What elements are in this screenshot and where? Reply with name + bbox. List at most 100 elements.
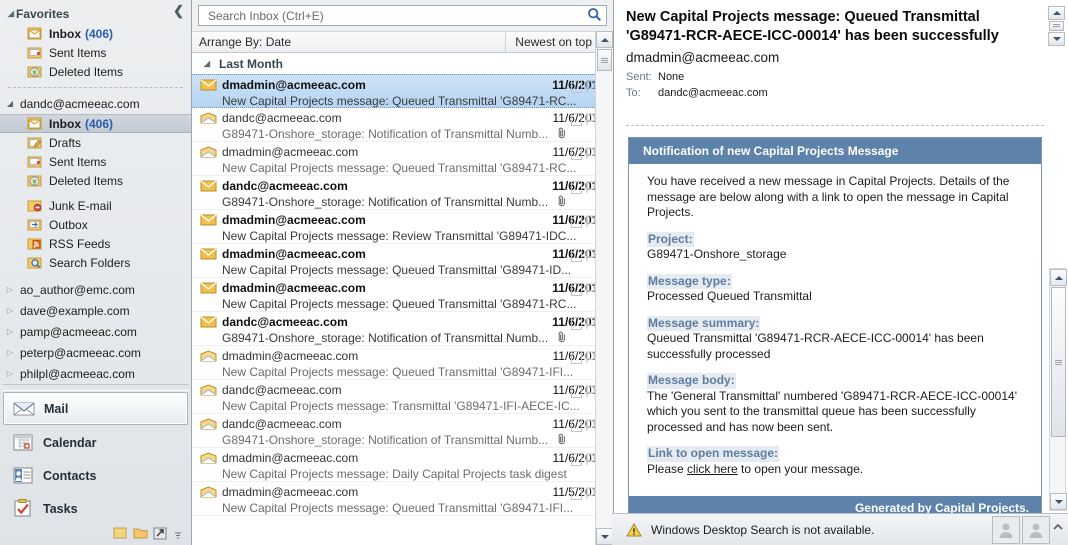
favorite-item-sent-items[interactable]: Sent Items: [0, 43, 191, 62]
module-icon-strip: [0, 525, 191, 545]
message-sender: dmadmin@acmeeac.com: [222, 349, 359, 363]
message-list-scrollbar[interactable]: [595, 31, 613, 545]
message-row[interactable]: dmadmin@acmeeac.com 11/6/2015 New Capita…: [192, 210, 613, 244]
people-pane-button[interactable]: [992, 515, 1020, 544]
favorite-item-inbox[interactable]: Inbox (406): [0, 24, 191, 43]
contacts-module-icon: [11, 465, 35, 487]
category-box-icon[interactable]: [571, 249, 582, 262]
message-summary-value: Queued Transmittal 'G89471-RCR-AECE-ICC-…: [647, 331, 984, 361]
folder-list-module-icon[interactable]: [133, 527, 148, 543]
message-row[interactable]: dandc@acmeeac.com 11/6/2015 G89471-Onsho…: [192, 176, 613, 210]
message-summary-label: Message summary:: [647, 315, 761, 331]
message-row[interactable]: dandc@acmeeac.com 11/6/2015 G89471-Onsho…: [192, 108, 613, 142]
category-box-icon[interactable]: [571, 113, 582, 126]
message-row[interactable]: dmadmin@acmeeac.com 11/6/2015 New Capita…: [192, 278, 613, 312]
header-scroll-down-button[interactable]: [1048, 32, 1065, 46]
message-row[interactable]: dmadmin@acmeeac.com 11/6/2015 New Capita…: [192, 74, 613, 108]
category-box-icon[interactable]: [571, 215, 582, 228]
search-box[interactable]: [198, 5, 607, 26]
calendar-module-icon: [11, 432, 35, 454]
module-button-calendar[interactable]: Calendar: [3, 427, 188, 458]
category-box-icon[interactable]: [571, 351, 582, 364]
category-box-icon[interactable]: [571, 317, 582, 330]
expand-caret-icon[interactable]: [1052, 521, 1064, 538]
module-button-contacts[interactable]: Contacts: [3, 460, 188, 491]
search-input[interactable]: [206, 7, 587, 24]
favorite-label: Deleted Items: [49, 64, 124, 79]
notes-module-icon[interactable]: [113, 527, 128, 543]
message-row[interactable]: dandc@acmeeac.com 11/6/2015 G89471-Onsho…: [192, 312, 613, 346]
module-button-mail[interactable]: Mail: [3, 392, 188, 425]
account-header-dandc[interactable]: ◢ dandc@acmeeac.com: [0, 93, 191, 114]
folder-item-sent-items[interactable]: Sent Items: [0, 152, 191, 171]
category-box-icon[interactable]: [571, 283, 582, 296]
message-sender: dandc@acmeeac.com: [222, 179, 348, 193]
folder-item-drafts[interactable]: Drafts: [0, 133, 191, 152]
body-scroll-thumb[interactable]: [1051, 287, 1066, 437]
message-sender: dmadmin@acmeeac.com: [222, 281, 366, 295]
click-here-link[interactable]: click here: [687, 462, 738, 476]
expand-triangle-icon: ◢: [7, 8, 15, 18]
message-row[interactable]: dmadmin@acmeeac.com 11/5/2015 New Capita…: [192, 482, 613, 516]
attachment-icon: [557, 127, 567, 139]
folder-item-deleted-items[interactable]: Deleted Items: [0, 171, 191, 190]
reading-pane-scrollbar[interactable]: [1049, 268, 1067, 511]
account-item-dave[interactable]: ▷ dave@example.com: [0, 300, 191, 321]
account-item-philpl[interactable]: ▷ philpl@acmeeac.com: [0, 363, 191, 384]
favorite-item-deleted-items[interactable]: Deleted Items: [0, 62, 191, 81]
people-pane-expand-button[interactable]: [1022, 515, 1050, 544]
header-scroll-up-button[interactable]: [1048, 6, 1065, 20]
to-value: dandc@acmeeac.com: [658, 87, 768, 99]
message-row[interactable]: dmadmin@acmeeac.com 11/6/2015 New Capita…: [192, 142, 613, 176]
message-row[interactable]: dmadmin@acmeeac.com 11/6/2015 New Capita…: [192, 244, 613, 278]
category-box-icon[interactable]: [571, 147, 582, 160]
scroll-thumb[interactable]: [597, 49, 612, 71]
group-header-label: Last Month: [219, 56, 283, 71]
folder-item-rss-feeds[interactable]: RSS Feeds: [0, 234, 191, 253]
message-subject: New Capital Projects message: Queued Tra…: [222, 500, 574, 515]
account-label: pamp@acmeeac.com: [20, 324, 137, 339]
group-header-last-month[interactable]: ◢ Last Month: [192, 53, 613, 74]
message-row[interactable]: dandc@acmeeac.com 11/6/2015 G89471-Onsho…: [192, 414, 613, 448]
message-list-pane: Arrange By: Date Newest on top ◢ Last Mo…: [192, 0, 614, 545]
category-box-icon[interactable]: [571, 181, 582, 194]
account-item-ao-author[interactable]: ▷ ao_author@emc.com: [0, 279, 191, 300]
message-row[interactable]: dandc@acmeeac.com 11/6/2015 New Capital …: [192, 380, 613, 414]
inbox-folder-icon: [26, 116, 44, 132]
search-icon[interactable]: [587, 7, 602, 25]
configure-buttons-icon[interactable]: [173, 527, 183, 543]
header-scrollbar[interactable]: [1048, 6, 1065, 46]
outlook-window: ❮ ◢ Favorites Inbox (406) Sent Items Del…: [0, 0, 1068, 545]
module-button-tasks[interactable]: Tasks: [3, 493, 188, 524]
category-box-icon[interactable]: [571, 419, 582, 432]
body-scroll-up-button[interactable]: [1050, 269, 1067, 286]
search-folder-icon: [26, 255, 44, 271]
arrange-by-label[interactable]: Arrange By: Date: [192, 35, 505, 49]
folder-item-outbox[interactable]: Outbox: [0, 215, 191, 234]
account-item-pamp[interactable]: ▷ pamp@acmeeac.com: [0, 321, 191, 342]
sent-folder-icon: [26, 154, 44, 170]
scroll-up-button[interactable]: [596, 31, 613, 48]
module-label: Mail: [44, 401, 69, 416]
shortcuts-module-icon[interactable]: [153, 527, 168, 543]
folder-item-junk-email[interactable]: Junk E-mail: [0, 196, 191, 215]
message-sender: dmadmin@acmeeac.com: [222, 213, 366, 227]
message-type-label: Message type:: [647, 273, 732, 289]
message-row[interactable]: dmadmin@acmeeac.com 11/6/2015 New Capita…: [192, 448, 613, 482]
category-box-icon[interactable]: [571, 80, 582, 93]
category-box-icon[interactable]: [571, 385, 582, 398]
message-subject: New Capital Projects message: Transmitta…: [222, 398, 580, 413]
category-box-icon[interactable]: [571, 487, 582, 500]
folder-label: RSS Feeds: [49, 236, 111, 251]
favorites-header[interactable]: ◢ Favorites: [0, 3, 191, 24]
account-item-peterp[interactable]: ▷ peterp@acmeeac.com: [0, 342, 191, 363]
body-scroll-down-button[interactable]: [1050, 493, 1067, 510]
collapse-navigation-icon[interactable]: ❮: [173, 4, 184, 17]
scroll-down-button[interactable]: [596, 528, 613, 545]
header-scroll-thumb[interactable]: [1049, 21, 1064, 31]
message-subject: New Capital Projects message: Queued Tra…: [222, 93, 577, 108]
folder-item-inbox[interactable]: Inbox (406): [0, 114, 191, 133]
folder-item-search-folders[interactable]: Search Folders: [0, 253, 191, 272]
category-box-icon[interactable]: [571, 453, 582, 466]
message-row[interactable]: dmadmin@acmeeac.com 11/6/2015 New Capita…: [192, 346, 613, 380]
